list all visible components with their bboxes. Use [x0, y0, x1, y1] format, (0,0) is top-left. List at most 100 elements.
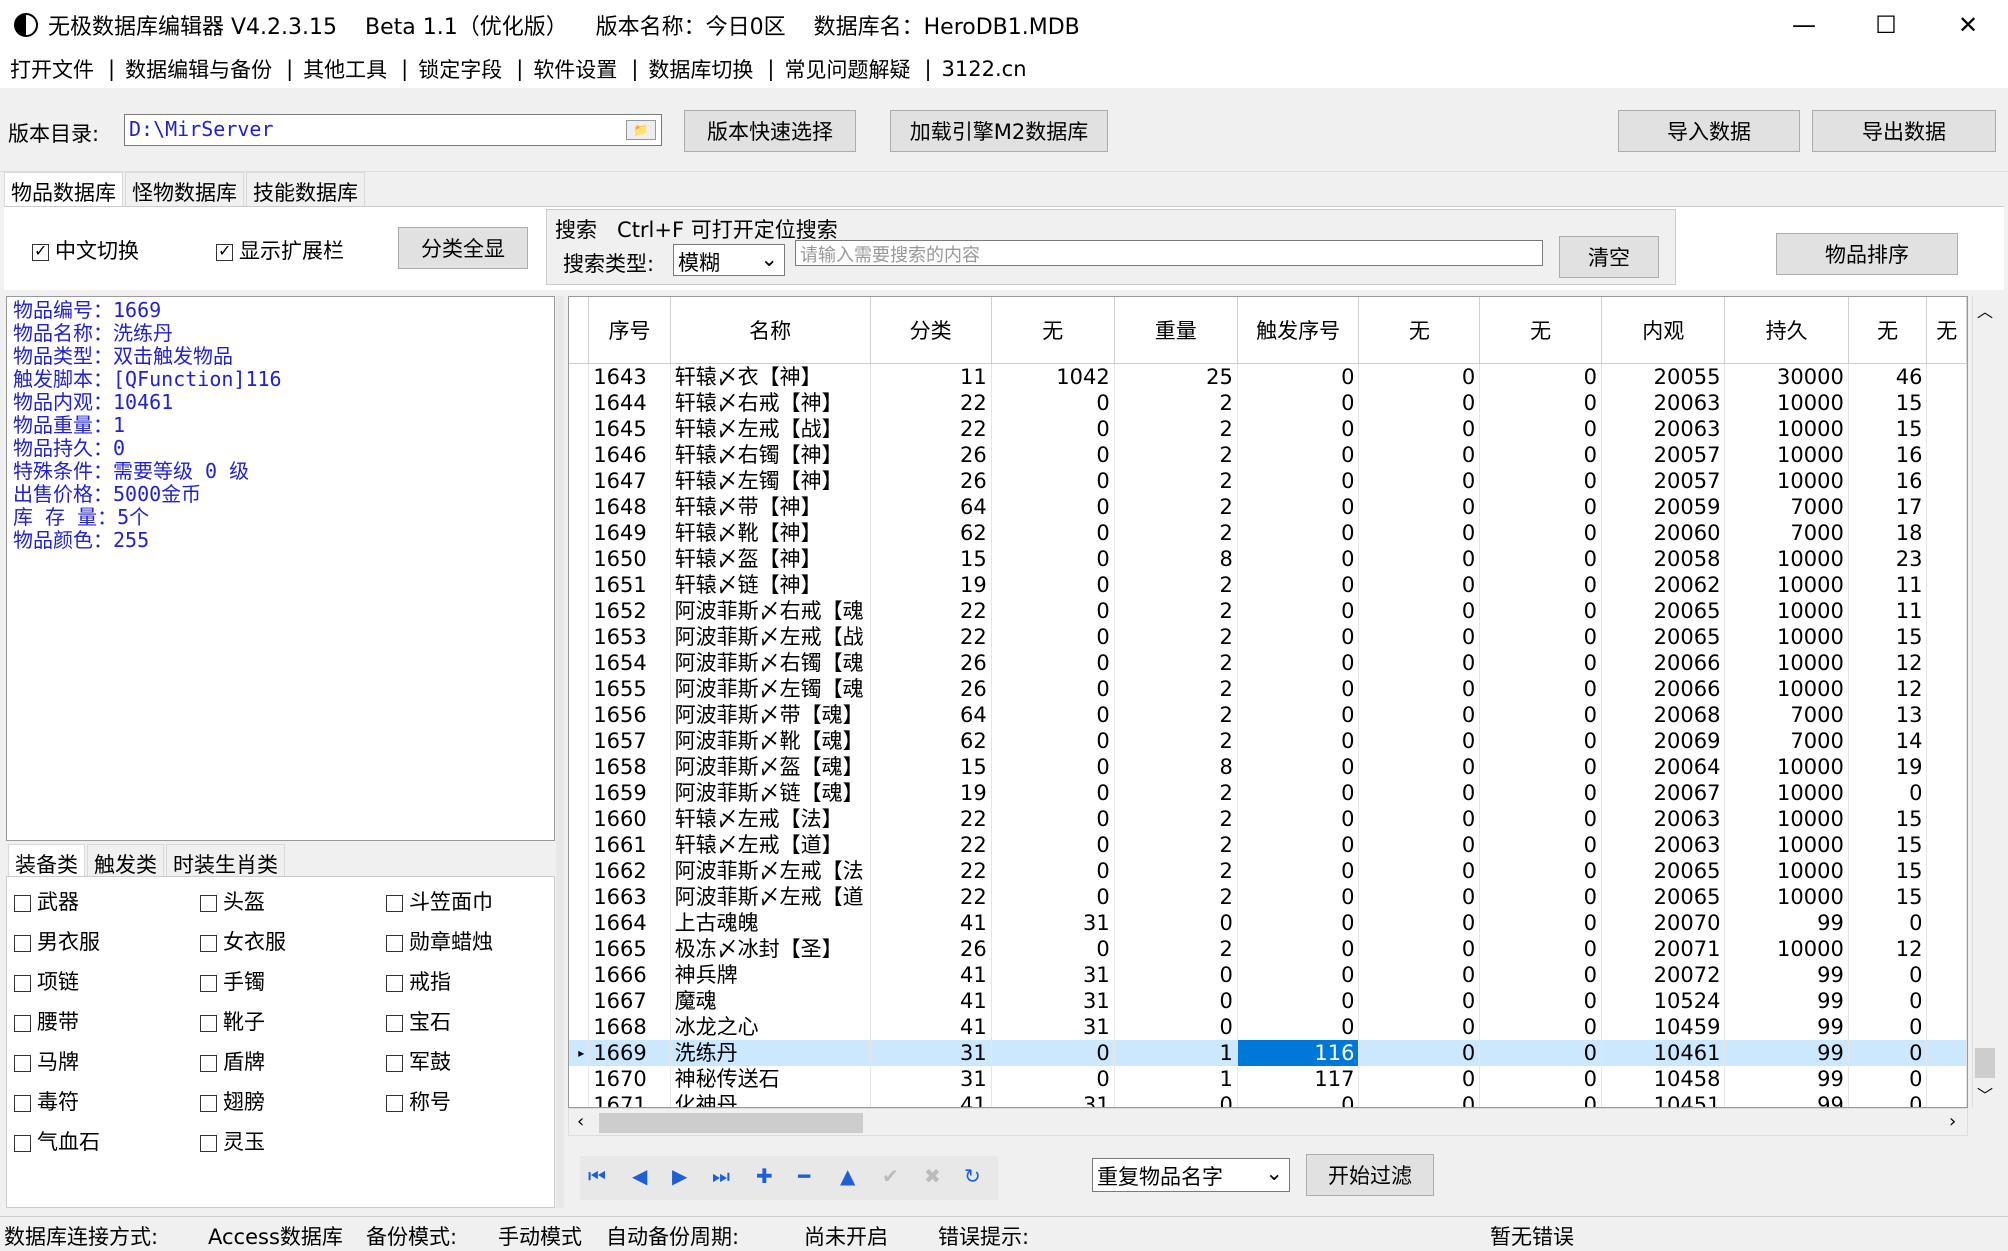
table-cell[interactable]: 0 [1358, 936, 1481, 962]
table-cell[interactable]: 0 [1358, 910, 1481, 936]
table-cell[interactable]: 2 [1114, 806, 1238, 832]
table-cell[interactable]: 1658 [588, 754, 671, 780]
table-cell[interactable]: 15 [870, 546, 992, 572]
table-cell[interactable]: 2 [1114, 832, 1238, 858]
table-cell[interactable]: 0 [991, 702, 1115, 728]
table-cell[interactable]: 0 [1358, 1040, 1481, 1066]
table-cell[interactable]: 0 [1848, 1066, 1928, 1092]
table-cell[interactable]: 31 [991, 988, 1115, 1014]
table-row[interactable]: ▸ 1669 洗练丹 31 0 1 116 0 0 10461 99 0 [569, 1040, 1967, 1066]
table-cell[interactable]: 轩辕〆左镯【神】 [670, 468, 871, 494]
table-cell[interactable]: 0 [1479, 598, 1603, 624]
table-cell[interactable] [1926, 363, 1967, 390]
table-row[interactable]: 1648 轩辕〆带【神】 64 0 2 0 0 0 20059 7000 17 [569, 494, 1967, 520]
table-cell[interactable]: 23 [1848, 546, 1928, 572]
table-cell[interactable]: 1670 [588, 1066, 671, 1092]
table-row[interactable]: 1667 魔魂 41 31 0 0 0 0 10524 99 0 [569, 988, 1967, 1014]
table-cell[interactable]: 20070 [1601, 910, 1726, 936]
table-cell[interactable]: 22 [870, 598, 992, 624]
table-cell[interactable]: 0 [1237, 806, 1360, 832]
table-cell[interactable]: 0 [991, 858, 1115, 884]
menu-lock-fields[interactable]: 锁定字段 [408, 54, 516, 84]
category-checkbox[interactable]: 军鼓 [386, 1046, 451, 1076]
delete-record-icon[interactable]: ━ [798, 1164, 810, 1188]
table-cell[interactable]: 99 [1724, 1092, 1849, 1107]
table-cell[interactable]: 20065 [1601, 884, 1726, 910]
table-cell[interactable]: 0 [1237, 728, 1360, 754]
table-cell[interactable]: 0 [991, 468, 1115, 494]
table-cell[interactable]: 轩辕〆链【神】 [670, 572, 871, 598]
table-cell[interactable]: 15 [1848, 832, 1928, 858]
table-cell[interactable]: 0 [1237, 363, 1360, 390]
table-cell[interactable]: 20059 [1601, 494, 1726, 520]
table-cell[interactable] [1926, 754, 1967, 780]
table-cell[interactable]: 2 [1114, 416, 1238, 442]
table-cell[interactable] [1926, 936, 1967, 962]
menu-settings[interactable]: 软件设置 [523, 54, 631, 84]
table-cell[interactable]: 阿波菲斯〆链【魂】 [670, 780, 871, 806]
table-cell[interactable]: 20060 [1601, 520, 1726, 546]
category-checkbox[interactable]: 盾牌 [200, 1046, 265, 1076]
table-cell[interactable]: 轩辕〆盔【神】 [670, 546, 871, 572]
table-row[interactable]: 1660 轩辕〆左戒【法】 22 0 2 0 0 0 20063 10000 15 [569, 806, 1967, 832]
category-checkbox[interactable]: 勋章蜡烛 [386, 926, 493, 956]
table-cell[interactable]: 0 [1479, 1092, 1603, 1107]
first-record-icon[interactable]: ⏮ [588, 1164, 606, 1188]
table-cell[interactable]: 2 [1114, 936, 1238, 962]
table-cell[interactable]: 2 [1114, 468, 1238, 494]
table-cell[interactable]: 41 [870, 910, 992, 936]
table-cell[interactable] [1926, 572, 1967, 598]
table-cell[interactable]: 0 [1358, 1014, 1481, 1040]
table-cell[interactable]: 阿波菲斯〆左戒【战 [670, 624, 871, 650]
table-cell[interactable]: 15 [1848, 416, 1928, 442]
table-cell[interactable]: 2 [1114, 676, 1238, 702]
maximize-button[interactable]: ☐ [1846, 0, 1926, 50]
table-row[interactable]: 1668 冰龙之心 41 31 0 0 0 0 10459 99 0 [569, 1014, 1967, 1040]
table-cell[interactable]: 0 [1848, 988, 1928, 1014]
column-header[interactable]: 无 [1479, 297, 1603, 364]
table-cell[interactable]: 1653 [588, 624, 671, 650]
table-cell[interactable]: 10000 [1724, 546, 1849, 572]
table-cell[interactable]: 20066 [1601, 676, 1726, 702]
table-cell[interactable]: 10000 [1724, 936, 1849, 962]
table-cell[interactable]: 0 [1358, 806, 1481, 832]
minimize-button[interactable]: — [1764, 0, 1844, 50]
table-cell[interactable]: 0 [1358, 442, 1481, 468]
table-cell[interactable]: 26 [870, 442, 992, 468]
table-cell[interactable]: 阿波菲斯〆右戒【魂 [670, 598, 871, 624]
category-checkbox[interactable]: 斗笠面巾 [386, 886, 493, 916]
quick-select-button[interactable]: 版本快速选择 [684, 110, 856, 152]
table-cell[interactable] [1926, 494, 1967, 520]
table-cell[interactable]: 1666 [588, 962, 671, 988]
table-cell[interactable]: 0 [1358, 988, 1481, 1014]
table-cell[interactable]: 0 [1237, 754, 1360, 780]
table-cell[interactable]: 14 [1848, 728, 1928, 754]
table-cell[interactable] [1926, 728, 1967, 754]
table-cell[interactable]: 99 [1724, 988, 1849, 1014]
table-cell[interactable]: 0 [991, 1040, 1115, 1066]
table-cell[interactable]: 31 [991, 1014, 1115, 1040]
cn-switch-checkbox[interactable]: 中文切换 [32, 235, 139, 265]
column-header[interactable]: 无 [991, 297, 1115, 364]
table-cell[interactable]: 0 [1479, 754, 1603, 780]
table-cell[interactable]: 0 [991, 416, 1115, 442]
table-cell[interactable]: 0 [991, 936, 1115, 962]
table-row[interactable]: 1657 阿波菲斯〆靴【魂】 62 0 2 0 0 0 20069 7000 14 [569, 728, 1967, 754]
table-cell[interactable]: 10000 [1724, 884, 1849, 910]
table-row[interactable]: 1650 轩辕〆盔【神】 15 0 8 0 0 0 20058 10000 23 [569, 546, 1967, 572]
table-cell[interactable]: 11 [1848, 572, 1928, 598]
table-cell[interactable]: 0 [1237, 494, 1360, 520]
table-cell[interactable] [1926, 1040, 1967, 1066]
table-cell[interactable]: 0 [1114, 910, 1238, 936]
table-cell[interactable]: 20063 [1601, 806, 1726, 832]
table-cell[interactable] [1926, 806, 1967, 832]
table-cell[interactable]: 冰龙之心 [670, 1014, 871, 1040]
column-header[interactable]: 无 [1926, 297, 1967, 364]
table-cell[interactable]: 0 [1358, 962, 1481, 988]
table-cell[interactable]: 2 [1114, 624, 1238, 650]
table-cell[interactable]: 99 [1724, 1066, 1849, 1092]
splitter[interactable] [556, 296, 564, 1208]
table-cell[interactable]: 26 [870, 936, 992, 962]
table-cell[interactable]: 1648 [588, 494, 671, 520]
refresh-icon[interactable]: ↻ [964, 1164, 981, 1188]
